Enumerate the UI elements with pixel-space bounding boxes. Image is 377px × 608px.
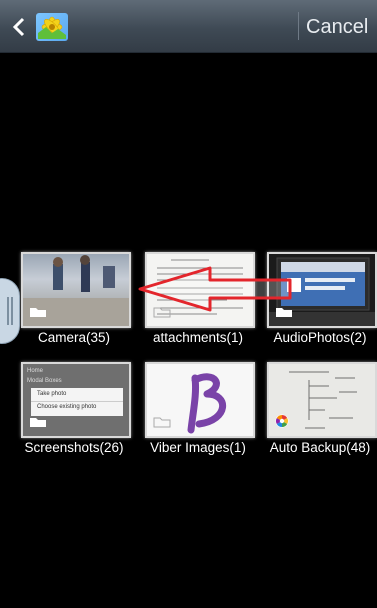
album-label: Camera(35) xyxy=(37,330,111,345)
folder-icon xyxy=(29,413,47,432)
back-button[interactable] xyxy=(6,8,86,46)
thumb-divider xyxy=(31,401,123,402)
thumb-option-take-photo: Take photo xyxy=(37,391,67,397)
folder-icon xyxy=(153,303,171,322)
header-divider xyxy=(298,12,299,40)
cancel-button[interactable]: Cancel xyxy=(306,10,374,44)
album-thumbnail[interactable] xyxy=(145,252,255,328)
thumb-dialog: Take photo Choose existing photo xyxy=(31,388,123,416)
folder-icon xyxy=(275,303,293,322)
thumb-subheader-text: Modal Boxes xyxy=(27,378,62,384)
album-label: AudioPhotos(2) xyxy=(273,330,367,345)
album-label: attachments(1) xyxy=(152,330,244,345)
album-thumbnail[interactable] xyxy=(267,252,377,328)
album-thumbnail[interactable] xyxy=(267,362,377,438)
album-thumbnail[interactable]: Home Modal Boxes Take photo Choose exist… xyxy=(21,362,131,438)
thumb-option-choose-photo: Choose existing photo xyxy=(37,404,97,410)
album-label: Auto Backup(48) xyxy=(269,440,371,455)
album-label: Viber Images(1) xyxy=(150,440,246,455)
top-bar: Cancel xyxy=(0,0,377,53)
thumb-header-text: Home xyxy=(27,368,44,374)
chevron-left-icon xyxy=(6,8,32,46)
folder-icon xyxy=(29,303,47,322)
picasa-icon xyxy=(275,413,289,432)
album-thumbnail[interactable] xyxy=(145,362,255,438)
folder-icon xyxy=(153,413,171,432)
album-label: Screenshots(26) xyxy=(24,440,124,455)
grip-icon xyxy=(7,297,9,325)
side-panel-handle[interactable] xyxy=(0,278,20,344)
gallery-app-icon xyxy=(36,13,68,41)
album-thumbnail[interactable] xyxy=(21,252,131,328)
